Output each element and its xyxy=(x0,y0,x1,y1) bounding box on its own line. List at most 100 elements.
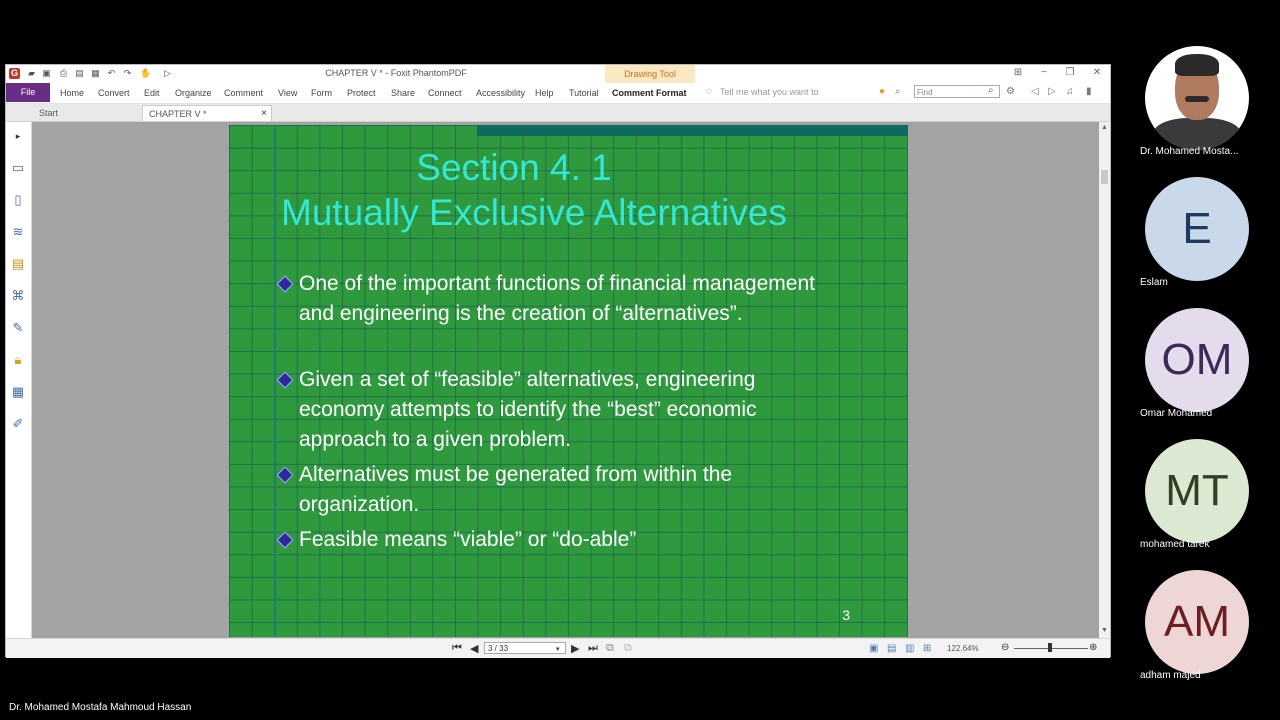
participants-panel: Dr. Mohamed Mosta... E Eslam OM Omar Moh… xyxy=(1130,40,1280,720)
tags-icon[interactable]: ✐ xyxy=(10,416,26,432)
menu-comment[interactable]: Comment xyxy=(224,88,263,98)
scroll-down-icon[interactable]: ▼ xyxy=(1101,627,1108,634)
menu-form[interactable]: Form xyxy=(311,88,332,98)
participant-tile[interactable]: Dr. Mohamed Mosta... xyxy=(1130,40,1280,171)
participant-name: Dr. Mohamed Mosta... xyxy=(1140,146,1239,157)
title-bar: G ▰ ▣ ⎙ ▤ ▦ ↶ ↷ ✋ ▷ CHAPTER V * - Foxit … xyxy=(6,65,1110,83)
user-icon[interactable]: ▮ xyxy=(1086,86,1092,97)
diamond-bullet-icon xyxy=(276,531,294,549)
coin-icon[interactable]: ● xyxy=(879,86,885,97)
participant-video xyxy=(1145,46,1249,150)
participant-tile[interactable]: OM Omar Mohamed xyxy=(1130,302,1280,433)
next-page-icon[interactable]: ▶ xyxy=(571,642,579,655)
page-dropdown-icon[interactable]: ▾ xyxy=(556,645,560,653)
file-tab[interactable]: File xyxy=(6,83,50,102)
slide-title-line2: Mutually Exclusive Alternatives xyxy=(281,192,787,233)
menu-tutorial[interactable]: Tutorial xyxy=(569,88,599,98)
bookmarks-icon[interactable]: ▭ xyxy=(10,160,26,176)
zoom-slider-thumb[interactable] xyxy=(1048,643,1052,652)
menu-edit[interactable]: Edit xyxy=(144,88,160,98)
layers-icon[interactable]: ≋ xyxy=(10,224,26,240)
participant-tile[interactable]: AM adham majed xyxy=(1130,564,1280,695)
zoom-out-icon[interactable]: ⊖ xyxy=(1001,642,1009,653)
menu-organize[interactable]: Organize xyxy=(175,88,212,98)
menu-comment-format[interactable]: Comment Format xyxy=(612,88,687,98)
page-number-input[interactable]: 3 / 33 xyxy=(484,642,566,654)
bullet-item: Feasible means “viable” or “do-able” xyxy=(276,525,839,555)
security-lock-icon[interactable]: 🔒︎ xyxy=(10,352,26,368)
participant-name: Omar Mohamed xyxy=(1140,408,1213,419)
search-settings-icon[interactable]: ⌕ xyxy=(895,86,901,97)
bullet-text: Alternatives must be generated from with… xyxy=(299,463,733,516)
scrollbar-thumb[interactable] xyxy=(1101,170,1108,184)
zoom-in-icon[interactable]: ⊕ xyxy=(1089,642,1097,653)
forward-icon[interactable]: ▷ xyxy=(1048,86,1056,97)
tab-start[interactable]: Start xyxy=(33,105,143,121)
drawing-tool-context-tab[interactable]: Drawing Tool xyxy=(605,65,695,83)
menu-share[interactable]: Share xyxy=(391,88,415,98)
attachments-icon[interactable]: ⌘ xyxy=(10,288,26,304)
content-icon[interactable]: ▦ xyxy=(10,384,26,400)
diamond-bullet-icon xyxy=(276,466,294,484)
navigation-panel: ▸ ▭ ▯ ≋ ▤ ⌘ ✎ 🔒︎ ▦ ✐ xyxy=(6,122,32,638)
previous-page-icon[interactable]: ◀ xyxy=(470,642,478,655)
bell-icon[interactable]: ♫ xyxy=(1066,86,1074,97)
presenter-name-label: Dr. Mohamed Mostafa Mahmoud Hassan xyxy=(9,702,192,713)
vertical-scrollbar[interactable]: ▲ ▼ xyxy=(1099,122,1110,638)
gear-icon[interactable]: ⚙ xyxy=(1006,86,1015,97)
menu-accessibility[interactable]: Accessibility xyxy=(476,88,525,98)
presenter-photo-hair xyxy=(1175,54,1219,76)
pages-icon[interactable]: ▯ xyxy=(10,192,26,208)
last-page-icon[interactable]: ⏭ xyxy=(588,642,598,655)
slide-accent-line xyxy=(274,125,276,637)
bullet-text: Given a set of “feasible” alternatives, … xyxy=(299,368,757,451)
restore-button[interactable]: ❐ xyxy=(1063,67,1077,78)
previous-view-icon[interactable]: ⧉ xyxy=(606,642,614,655)
document-tabs: Start CHAPTER V * × xyxy=(6,104,1110,122)
menu-help[interactable]: Help xyxy=(535,88,554,98)
search-icon[interactable]: ⌕ xyxy=(988,85,994,96)
continuous-facing-view-icon[interactable]: ⊞ xyxy=(923,643,931,654)
menu-protect[interactable]: Protect xyxy=(347,88,376,98)
menu-home[interactable]: Home xyxy=(60,88,84,98)
tab-chapter-v-label: CHAPTER V * xyxy=(149,109,207,119)
menu-convert[interactable]: Convert xyxy=(98,88,130,98)
diamond-bullet-icon xyxy=(276,275,294,293)
bullet-item: Alternatives must be generated from with… xyxy=(276,460,839,520)
foxit-window: G ▰ ▣ ⎙ ▤ ▦ ↶ ↷ ✋ ▷ CHAPTER V * - Foxit … xyxy=(5,64,1111,658)
minimize-button[interactable]: − xyxy=(1037,67,1051,78)
menu-connect[interactable]: Connect xyxy=(428,88,462,98)
slide-page-number: 3 xyxy=(842,607,850,623)
tab-start-label: Start xyxy=(39,108,59,118)
scroll-up-icon[interactable]: ▲ xyxy=(1101,124,1108,131)
bullet-item: Given a set of “feasible” alternatives, … xyxy=(276,365,839,455)
tell-me-box[interactable]: Tell me what you want to xyxy=(720,87,819,97)
participant-avatar: OM xyxy=(1145,308,1249,412)
menu-view[interactable]: View xyxy=(278,88,297,98)
continuous-view-icon[interactable]: ▤ xyxy=(887,643,896,654)
signatures-icon[interactable]: ✎ xyxy=(10,320,26,336)
single-page-view-icon[interactable]: ▣ xyxy=(869,643,878,654)
close-window-button[interactable]: ✕ xyxy=(1090,67,1104,78)
tab-chapter-v[interactable]: CHAPTER V * × xyxy=(142,105,272,121)
participant-tile[interactable]: E Eslam xyxy=(1130,171,1280,302)
layout-icon[interactable]: ⊞ xyxy=(1011,67,1025,78)
next-view-icon[interactable]: ⧉ xyxy=(624,642,632,655)
first-page-icon[interactable]: ⏮ xyxy=(452,642,462,655)
expand-panel-icon[interactable]: ▸ xyxy=(10,128,26,144)
pdf-page-slide: Section 4. 1 Mutually Exclusive Alternat… xyxy=(229,125,908,637)
bullet-item: One of the important functions of financ… xyxy=(276,269,839,329)
participant-avatar: MT xyxy=(1145,439,1249,543)
ribbon-menu: File Home Convert Edit Organize Comment … xyxy=(6,83,1110,104)
comments-icon[interactable]: ▤ xyxy=(10,256,26,272)
lightbulb-icon: ◌ xyxy=(706,86,712,97)
bullet-text: Feasible means “viable” or “do-able” xyxy=(299,528,637,551)
diamond-bullet-icon xyxy=(276,371,294,389)
participant-tile[interactable]: MT mohamed tarek xyxy=(1130,433,1280,564)
back-icon[interactable]: ◁ xyxy=(1031,86,1039,97)
participant-name: adham majed xyxy=(1140,670,1201,681)
close-tab-icon[interactable]: × xyxy=(261,106,267,122)
facing-view-icon[interactable]: ▥ xyxy=(905,643,914,654)
zoom-level[interactable]: 122.64% xyxy=(947,644,979,653)
bullet-text: One of the important functions of financ… xyxy=(299,272,815,325)
